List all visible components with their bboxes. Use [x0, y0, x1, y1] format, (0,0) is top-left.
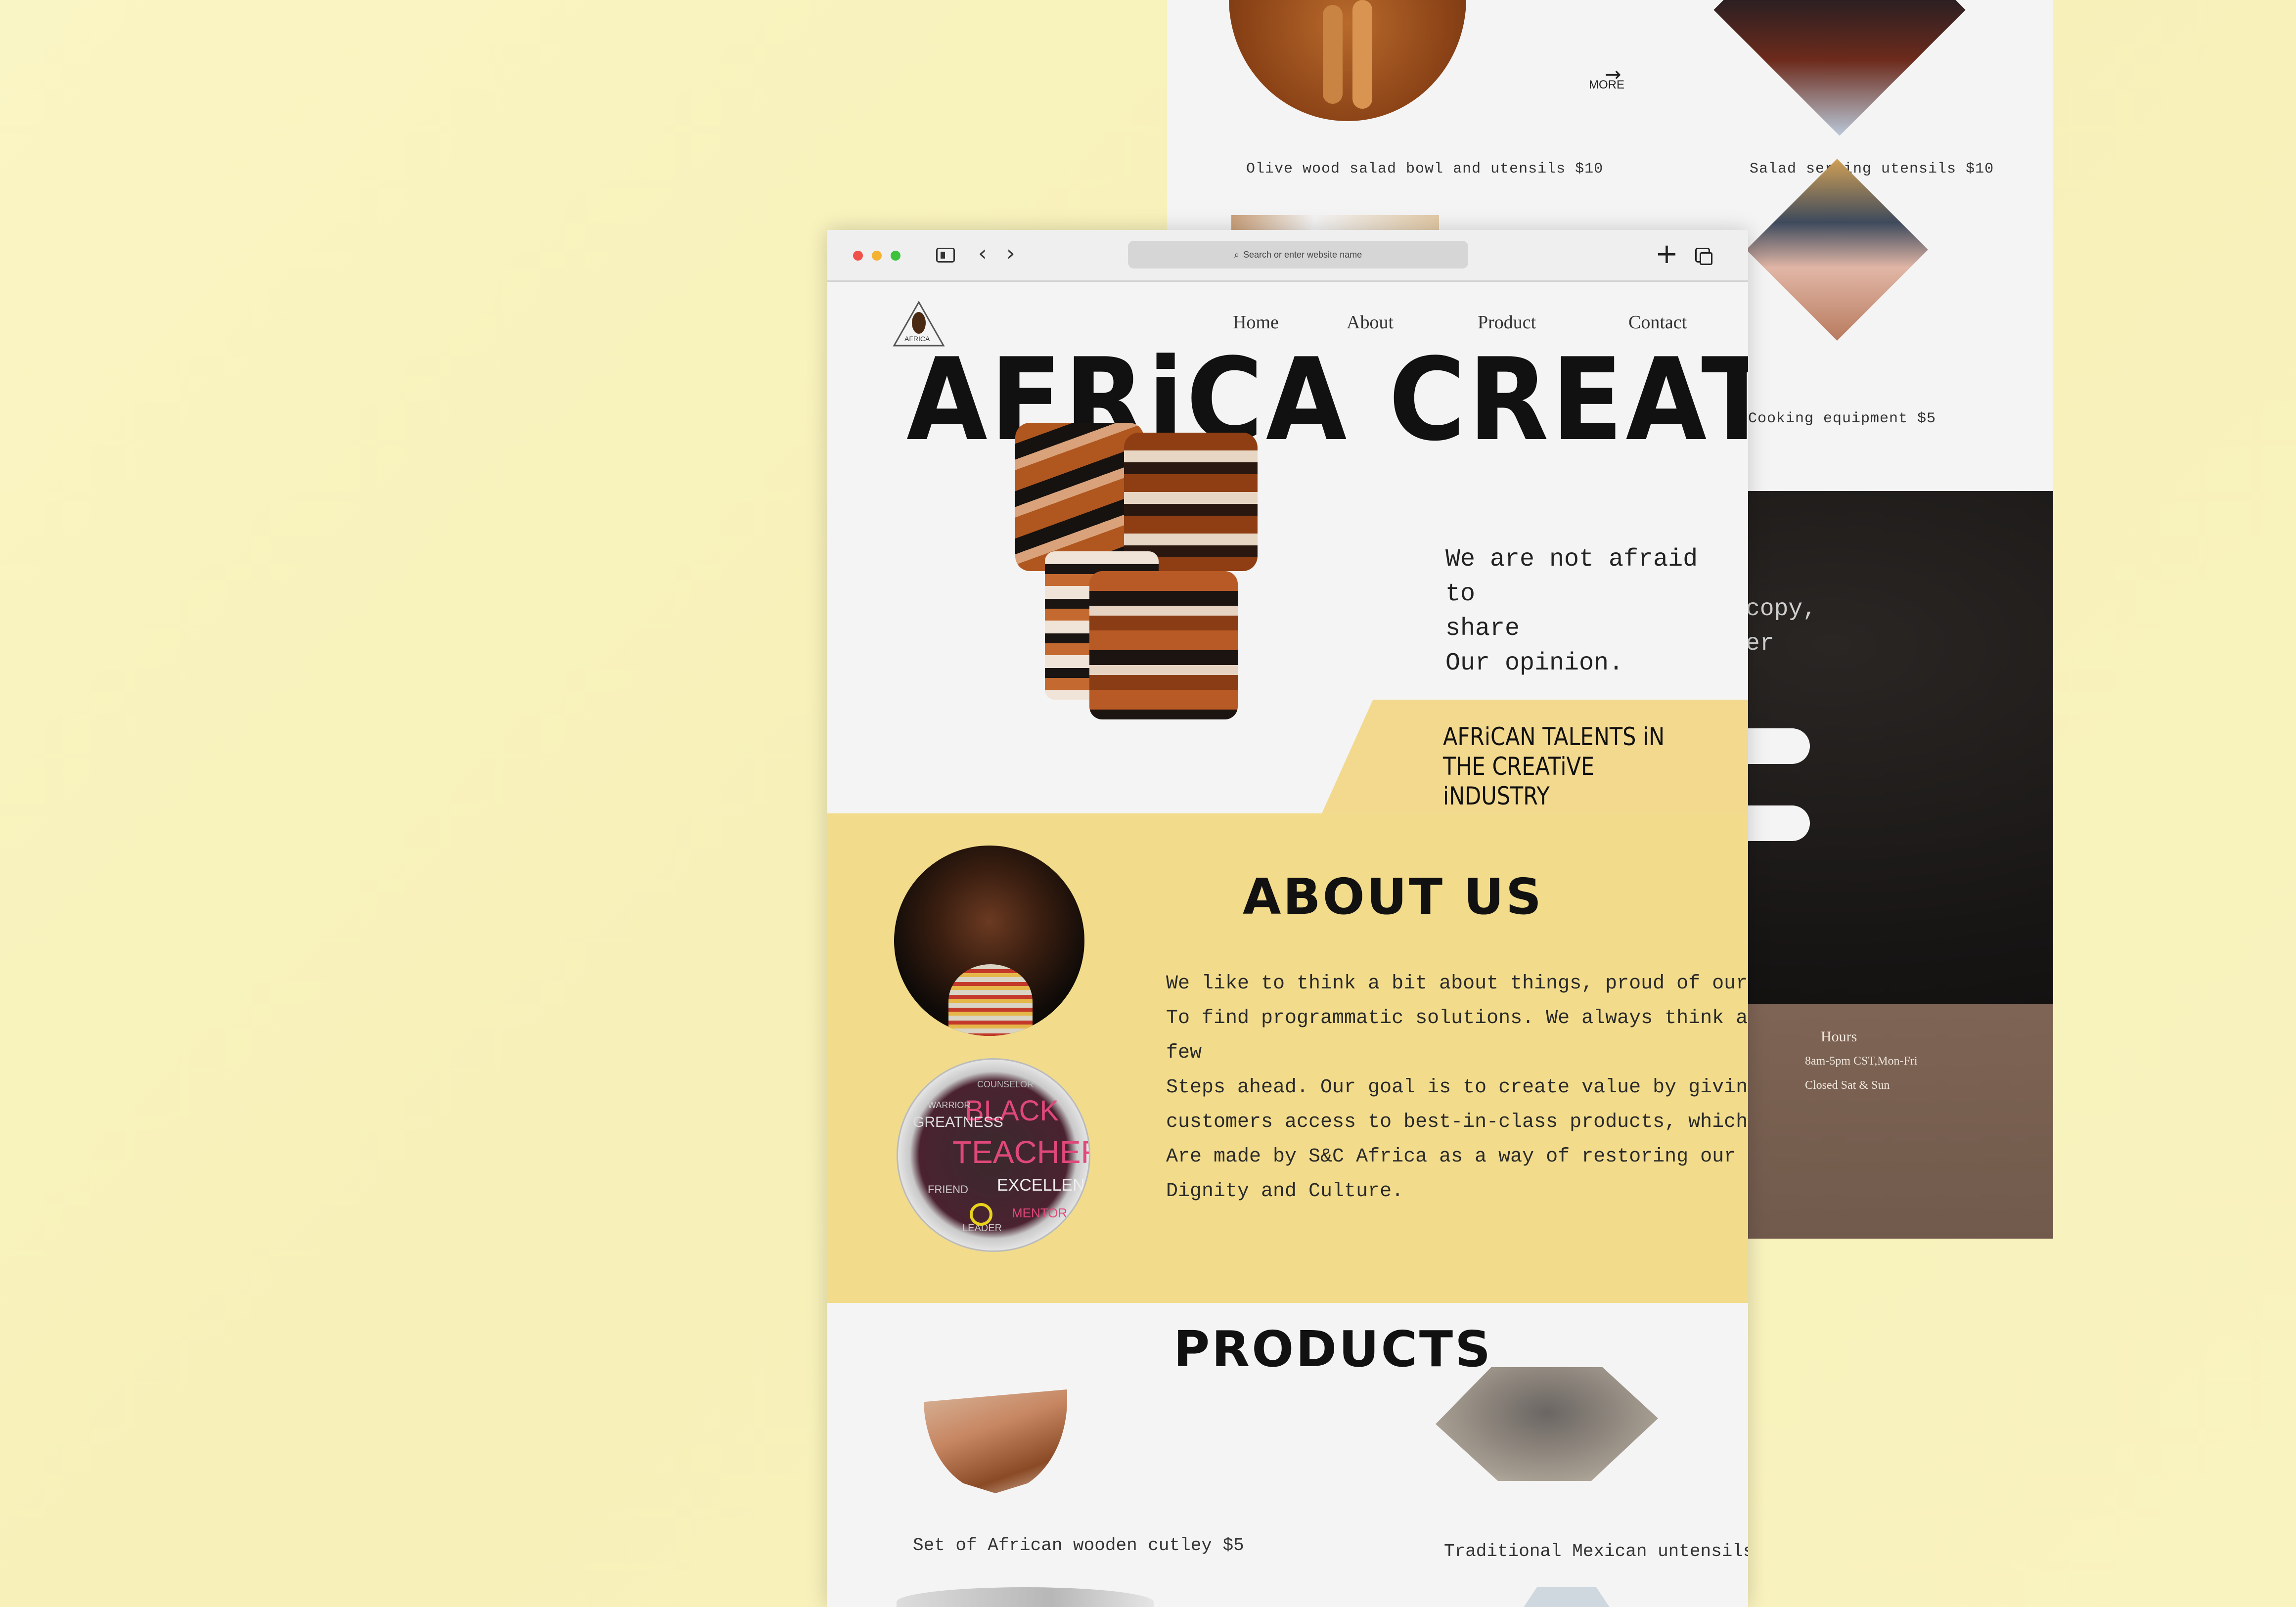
word-cloud-word: GREATNESS [913, 1114, 1003, 1130]
forward-arrow-icon[interactable]: › [1006, 241, 1015, 266]
maximize-button[interactable] [891, 251, 900, 261]
talents-banner-text: AFRiCAN TALENTS iN THE CREATiVE iNDUSTRY [1443, 722, 1706, 811]
woman-portrait-image [894, 846, 1084, 1036]
nav-contact[interactable]: Contact [1628, 312, 1687, 333]
product-image-partial [897, 1587, 1154, 1607]
hero-tagline: We are not afraid to share Our opinion. [1445, 542, 1722, 681]
salad-utensils-image [1713, 0, 1966, 136]
sidebar-icon[interactable] [936, 248, 955, 263]
hours-title: Hours [1821, 1028, 1857, 1045]
about-paragraph: We like to think a bit about things, pro… [1166, 967, 1748, 1209]
presentation-canvas: { "back_page": { "more_label": "MORE", "… [0, 0, 2296, 1607]
word-cloud-word: COUNSELOR [977, 1079, 1034, 1089]
word-cloud-word: WARRIOR [928, 1100, 971, 1110]
about-line: Dignity and Culture. [1166, 1180, 1404, 1203]
woven-baskets-image [1015, 423, 1262, 719]
word-cloud-word: MENTOR [1012, 1205, 1068, 1220]
back-arrow-icon[interactable]: ‹ [978, 241, 987, 266]
word-cloud-word: TEACHER [952, 1134, 1090, 1170]
contact-text-fragment: er [1746, 630, 1774, 657]
word-cloud-image: BLACK TEACHER EXCELLENCE GREATNESS COUNS… [897, 1058, 1090, 1252]
product-caption: Cooking equipment $5 [1748, 410, 1936, 427]
hours-weekdays: 8am-5pm CST,Mon-Fri [1805, 1055, 1918, 1068]
cooking-equipment-image [1746, 159, 1928, 341]
new-tab-icon[interactable]: + [1655, 238, 1678, 270]
search-icon: ⌕ [1234, 249, 1239, 260]
product-caption: Salad serving utensils $10 [1750, 161, 1994, 178]
contact-text-fragment: copy, [1746, 596, 1817, 623]
address-bar[interactable]: ⌕ Search or enter website name [1128, 241, 1468, 268]
nav-about[interactable]: About [1347, 312, 1394, 333]
about-line: customers access to best-in-class produc… [1166, 1111, 1748, 1133]
product-image-partial [1231, 215, 1439, 230]
nav-home[interactable]: Home [1233, 312, 1279, 333]
product-caption: Set of African wooden cutley $5 [913, 1535, 1244, 1556]
wooden-cutlery-image [924, 1389, 1067, 1493]
product-caption: Traditional Mexican untensils $5 [1444, 1541, 1748, 1562]
tabs-overview-icon[interactable] [1695, 248, 1712, 265]
browser-window: ‹ › ⌕ Search or enter website name + AFR… [827, 230, 1748, 1607]
mexican-utensils-image [1436, 1367, 1658, 1481]
word-cloud-word: FRIEND [928, 1183, 968, 1196]
more-link[interactable]: MORE [1589, 78, 1624, 92]
minimize-button[interactable] [872, 251, 882, 261]
hero-tagline-line: share [1445, 615, 1520, 643]
about-line: Are made by S&C Africa as a way of resto… [1166, 1146, 1736, 1168]
about-line: Steps ahead. Our goal is to create value… [1166, 1076, 1748, 1099]
about-line: We like to think a bit about things, pro… [1166, 973, 1748, 995]
close-button[interactable] [853, 251, 863, 261]
hours-weekend: Closed Sat & Sun [1805, 1079, 1890, 1092]
yellow-ring-icon [970, 1203, 992, 1226]
hero-tagline-line: Our opinion. [1445, 649, 1624, 677]
products-title: PRODUCTS [1173, 1320, 1493, 1378]
word-cloud-word: EXCELLENCE [997, 1176, 1089, 1195]
about-line: To find programmatic solutions. We alway… [1166, 1007, 1748, 1064]
nav-product[interactable]: Product [1478, 312, 1536, 333]
address-bar-placeholder: Search or enter website name [1243, 249, 1362, 260]
talents-line: THE CREATiVE iNDUSTRY [1443, 752, 1595, 810]
product-caption: Olive wood salad bowl and utensils $10 [1246, 161, 1604, 178]
olive-wood-bowl-image [1229, 0, 1466, 121]
product-image-partial [1517, 1587, 1616, 1607]
browser-toolbar: ‹ › ⌕ Search or enter website name + [827, 230, 1748, 282]
talents-line: AFRiCAN TALENTS iN [1443, 722, 1665, 751]
about-title: ABOUT US [1243, 868, 1544, 926]
hero-tagline-line: We are not afraid to [1445, 545, 1698, 608]
